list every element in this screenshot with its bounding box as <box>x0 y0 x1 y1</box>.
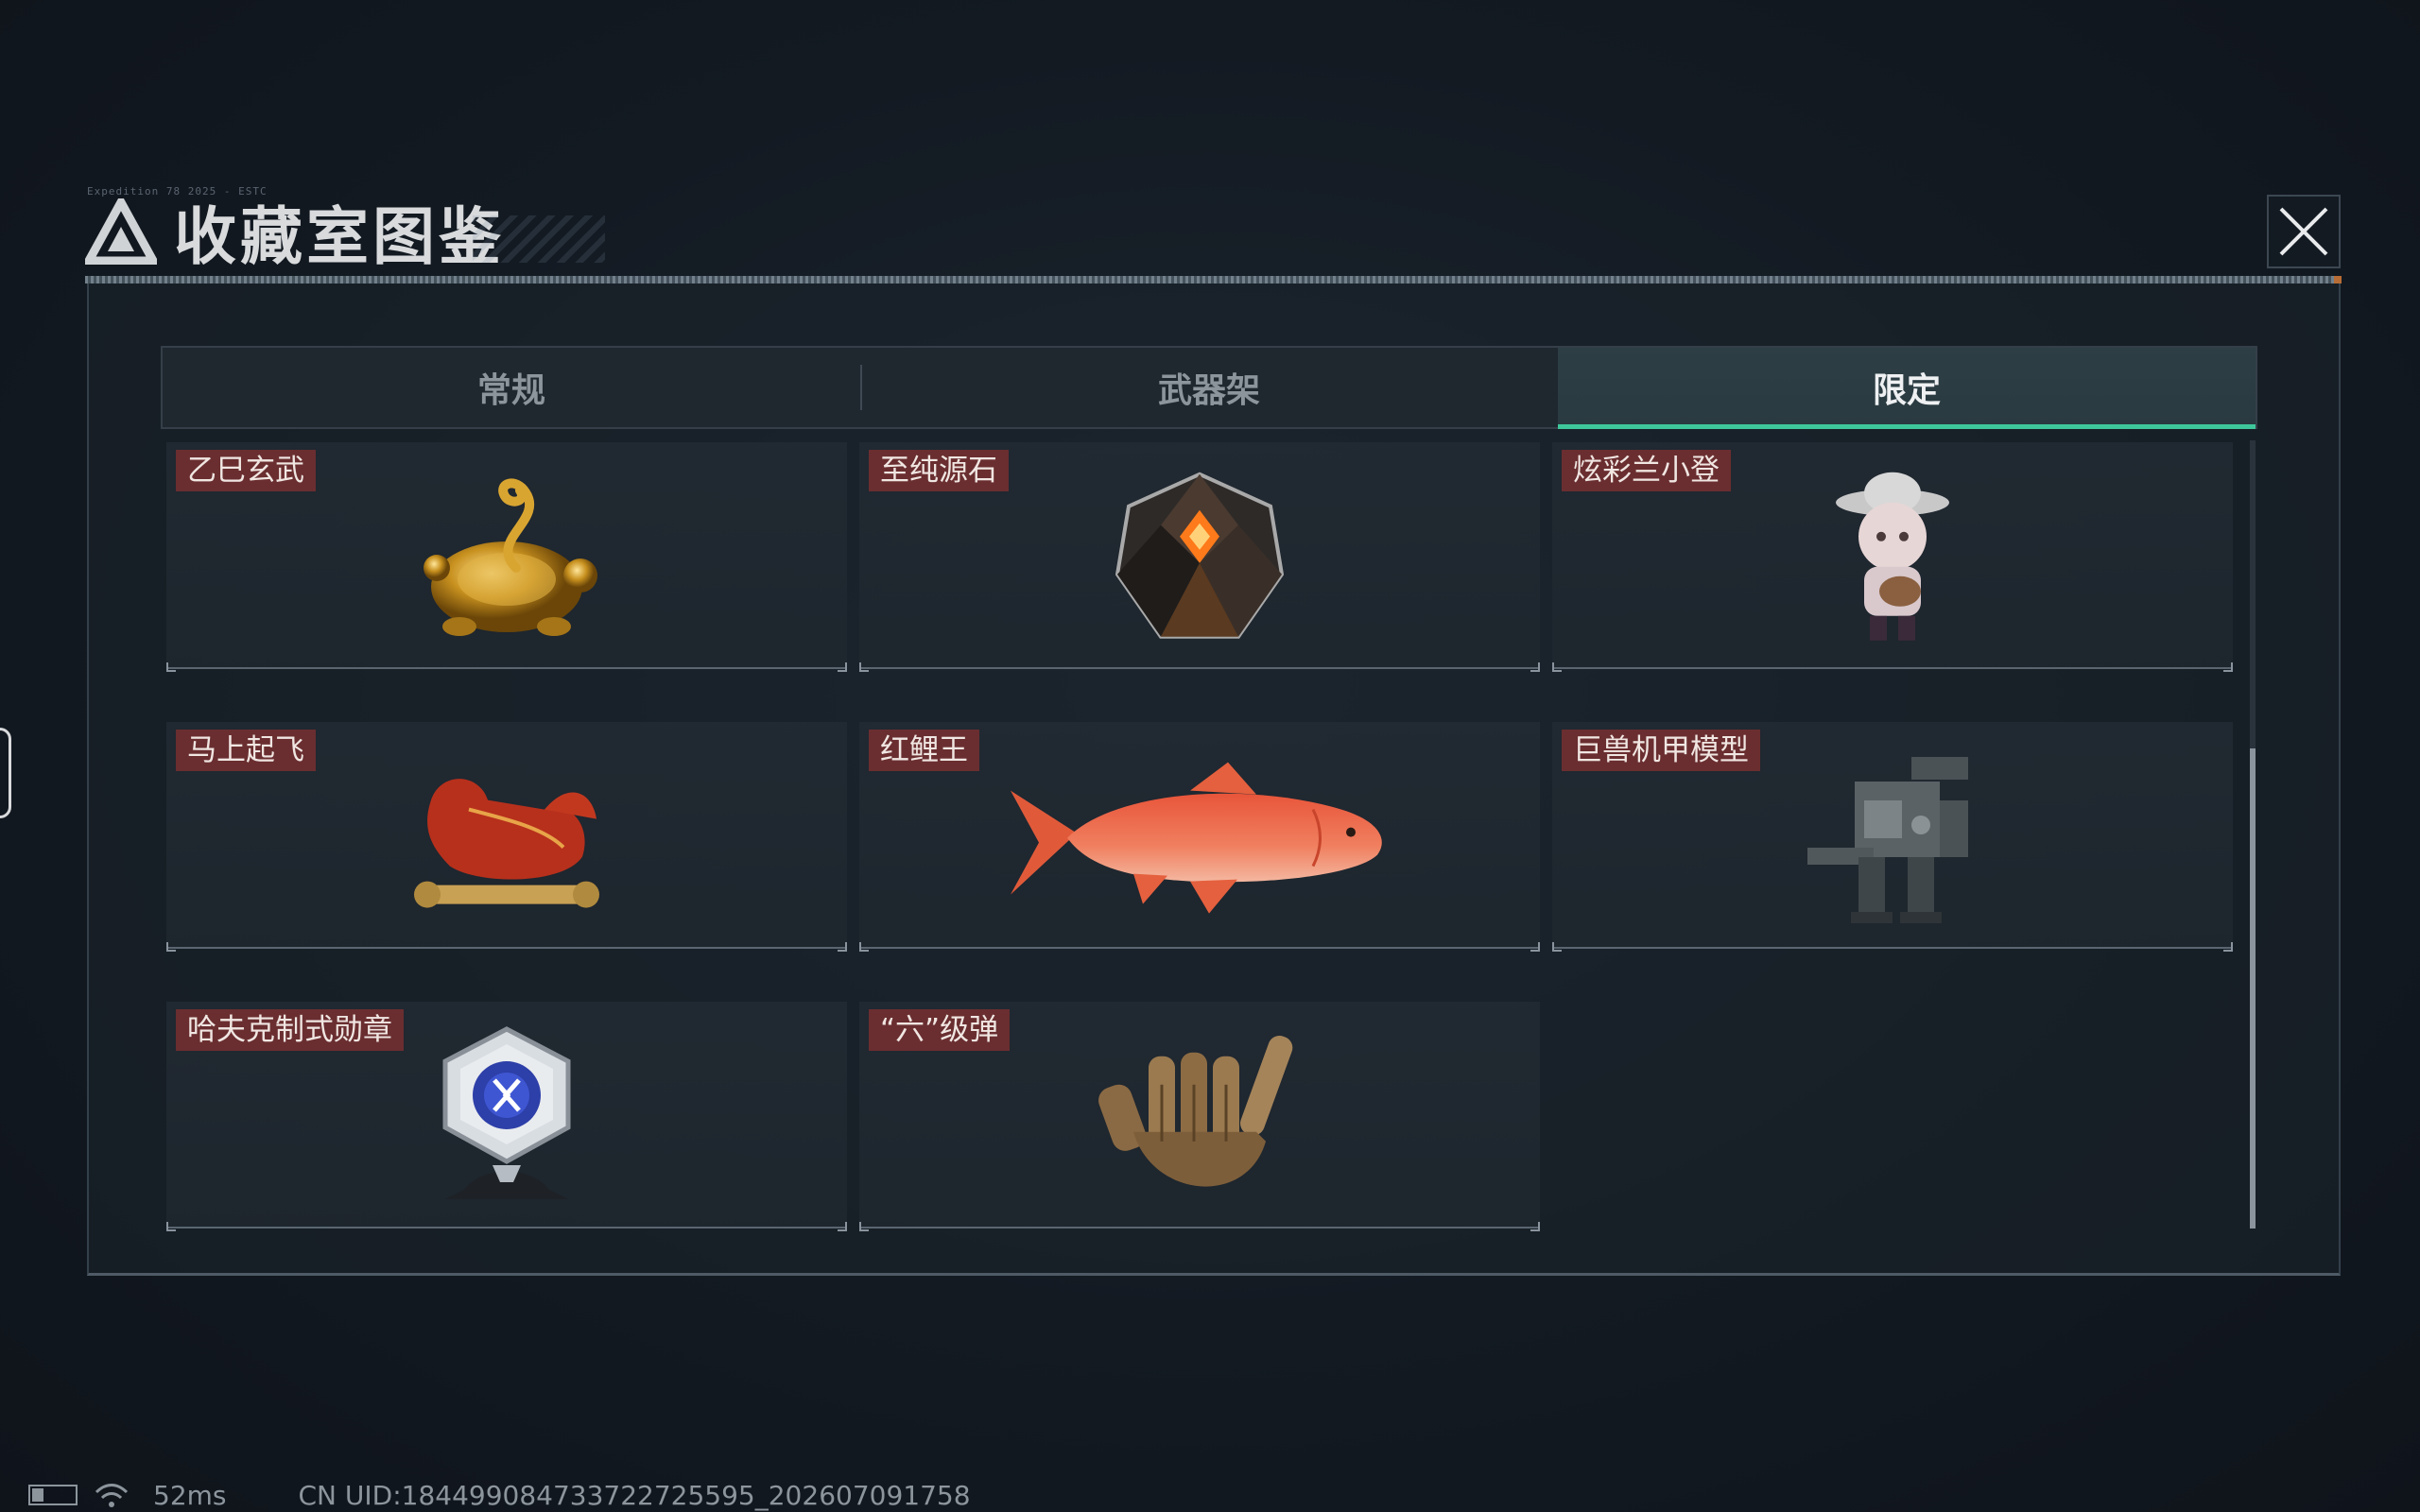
hexagon-medal-icon <box>442 1026 571 1199</box>
tab-weapon-rack[interactable]: 武器架 <box>860 348 1558 427</box>
title-decoration <box>473 215 605 263</box>
collection-item-card[interactable]: 炫彩兰小登 <box>1552 442 2233 672</box>
item-name: 至纯源石 <box>869 450 1009 491</box>
item-name: 哈夫克制式勋章 <box>176 1009 404 1051</box>
collection-item-card[interactable]: “六”级弹 <box>859 1002 1540 1231</box>
golden-turtle-snake-statue-icon <box>424 478 597 636</box>
side-drawer-handle[interactable] <box>0 728 11 818</box>
item-name: 红鲤王 <box>869 730 979 771</box>
item-name: 巨兽机甲模型 <box>1562 730 1760 771</box>
item-name: 马上起飞 <box>176 730 316 771</box>
tab-regular[interactable]: 常规 <box>163 348 860 427</box>
grid-scrollbar[interactable] <box>2250 440 2256 1228</box>
battery-icon <box>28 1485 78 1505</box>
header-divider <box>85 276 2342 284</box>
collection-item-card[interactable]: 哈夫克制式勋章 <box>166 1002 847 1231</box>
red-carp-fish-icon <box>1011 762 1382 914</box>
user-uid: CN UID:1844990847337227255​95_2026070917… <box>298 1479 971 1511</box>
item-name: 炫彩兰小登 <box>1562 450 1731 491</box>
item-name: 乙巳玄武 <box>176 450 316 491</box>
scrollbar-thumb[interactable] <box>2250 748 2256 1228</box>
close-button[interactable] <box>2267 195 2341 268</box>
page-title: 收藏室图鉴 <box>174 200 505 273</box>
wifi-icon <box>95 1484 129 1507</box>
mariachi-figurine-icon <box>1836 472 1949 641</box>
tab-limited[interactable]: 限定 <box>1558 348 2256 429</box>
collection-grid: 乙巳玄武 至纯源石 炫彩兰小登 马上起飞 红鲤王 巨兽机甲模型 哈夫克制式勋章 … <box>166 442 2233 1231</box>
bullet-hand-sculpture-icon <box>1098 1035 1293 1187</box>
faceted-dark-gem-icon <box>1115 472 1285 639</box>
delta-logo-icon <box>85 198 157 265</box>
screen: Expedition 78 2025 - ESTC 收藏室图鉴 常规 武器架 限… <box>0 0 2420 1512</box>
close-icon <box>2279 207 2328 256</box>
ping-readout: 52ms <box>153 1479 227 1511</box>
collection-item-card[interactable]: 至纯源石 <box>859 442 1540 672</box>
collection-item-card[interactable]: 马上起飞 <box>166 722 847 952</box>
item-name: “六”级弹 <box>869 1009 1011 1051</box>
title-bar: 收藏室图鉴 <box>85 184 505 279</box>
collection-item-card[interactable]: 乙巳玄武 <box>166 442 847 672</box>
collection-item-card[interactable]: 红鲤王 <box>859 722 1540 952</box>
red-horse-statue-icon <box>414 779 599 908</box>
category-tabs: 常规 武器架 限定 <box>161 346 2257 429</box>
mech-model-icon <box>1807 757 1968 923</box>
collection-item-card[interactable]: 巨兽机甲模型 <box>1552 722 2233 952</box>
status-footer: 52ms CN UID:1844990847337227255​95_20260… <box>28 1479 971 1511</box>
